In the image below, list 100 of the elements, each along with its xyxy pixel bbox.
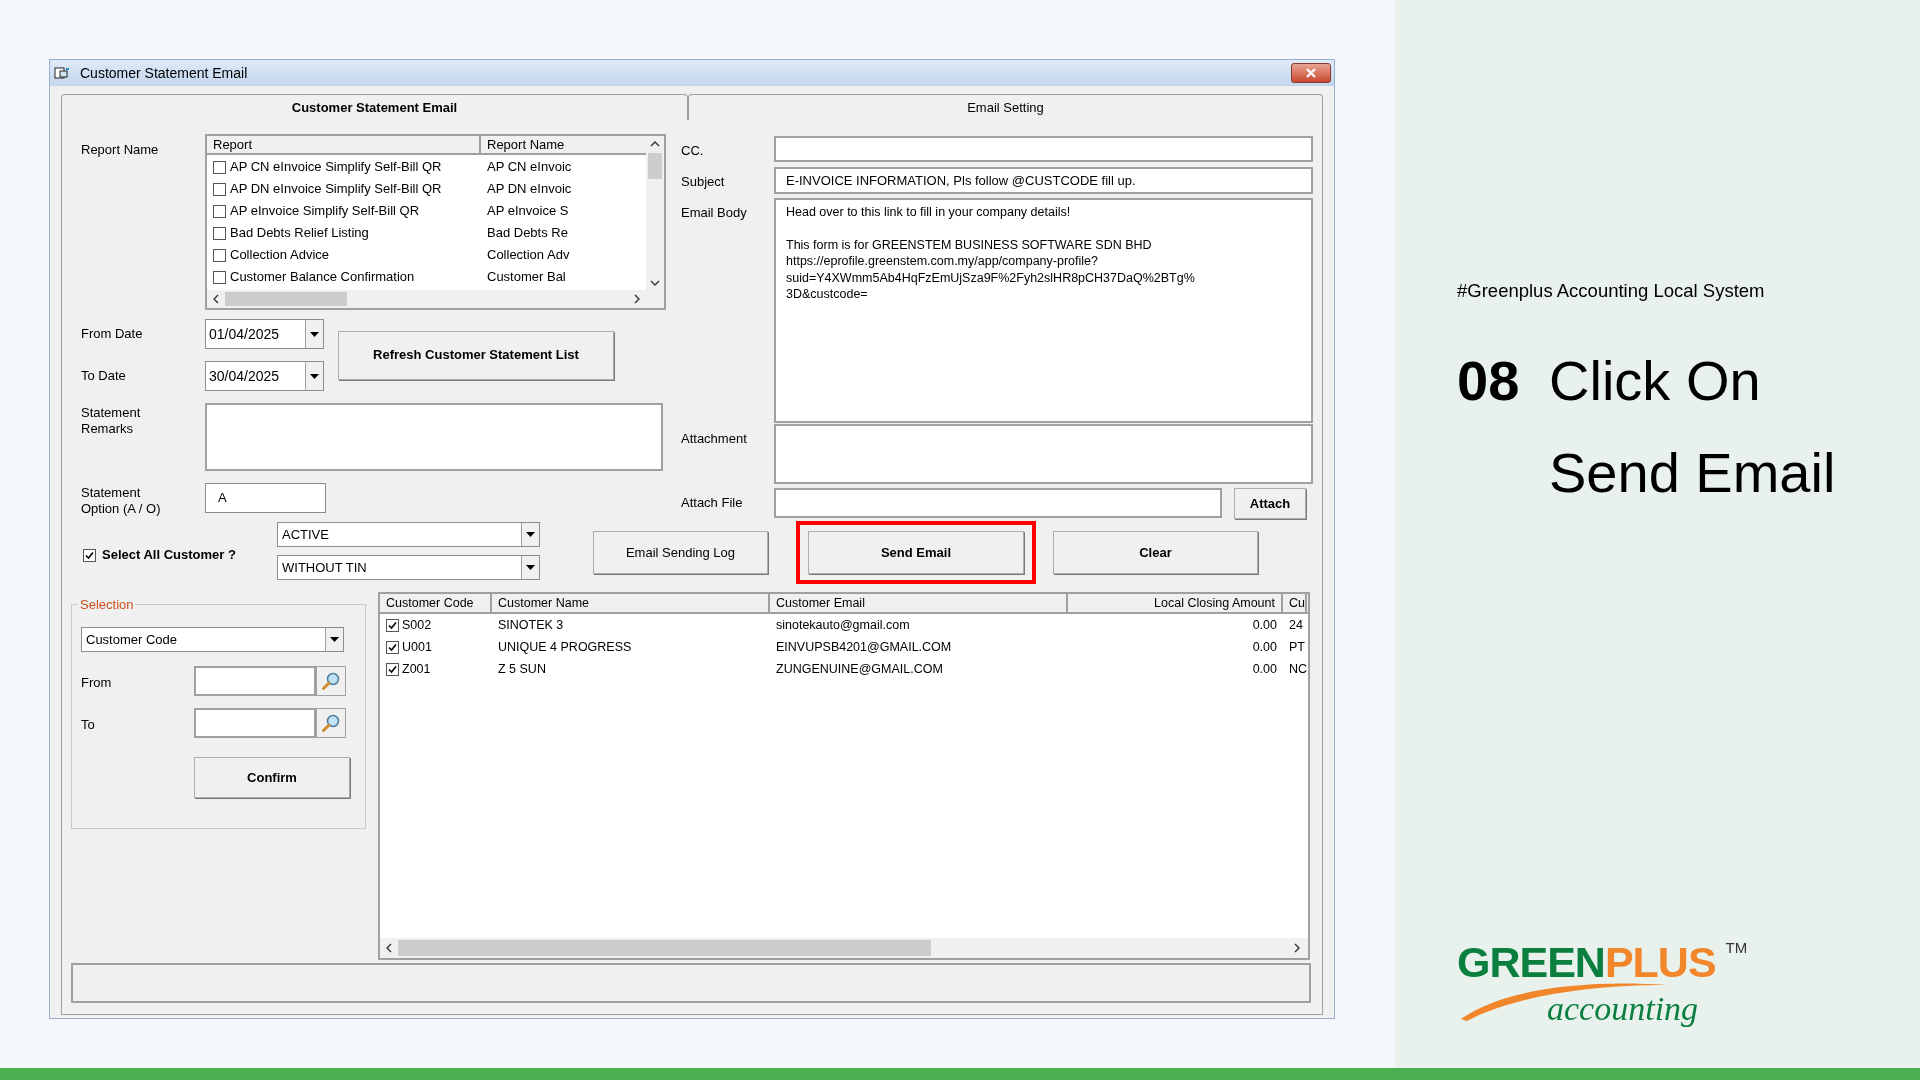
tab[interactable]: Email Setting xyxy=(688,94,1323,120)
subject-field[interactable]: E-INVOICE INFORMATION, Pls follow @CUSTCODE fill up. xyxy=(774,167,1313,194)
scroll-up-icon[interactable] xyxy=(650,141,660,147)
email-body-field[interactable] xyxy=(774,198,1313,423)
scroll-left-icon[interactable] xyxy=(386,943,392,953)
status-dropdown[interactable]: ACTIVE xyxy=(277,522,540,547)
step-heading: Click On xyxy=(1549,347,1762,414)
list-cell-text: AP eInvoice S xyxy=(486,202,569,221)
list-item[interactable]: Bad Debts Relief Listing xyxy=(230,223,369,243)
table-cell: UNIQUE 4 PROGRESS xyxy=(498,639,632,654)
table-cell-text: 0.00 xyxy=(1252,660,1277,678)
checkbox[interactable] xyxy=(213,248,226,262)
action-button[interactable]: Email Sending Log xyxy=(593,531,768,574)
scroll-down-icon[interactable] xyxy=(650,280,660,286)
tab[interactable]: Customer Statement Email xyxy=(61,94,688,120)
scroll-right-icon[interactable] xyxy=(1294,943,1300,953)
field-dropdown[interactable]: Customer Code xyxy=(81,627,344,652)
row-checkbox[interactable] xyxy=(386,640,399,654)
list-item[interactable]: Customer Balance Confirmation xyxy=(230,267,415,287)
checkbox[interactable] xyxy=(83,548,96,562)
window-title: Customer Statement Email xyxy=(80,63,248,83)
search-button[interactable] xyxy=(316,708,346,738)
column-header[interactable]: Customer Email xyxy=(770,594,1068,612)
field-label: Report Name xyxy=(81,142,159,157)
list-cell-text: AP CN eInvoic xyxy=(486,158,572,177)
field-label: To xyxy=(81,717,95,732)
report-list[interactable] xyxy=(205,134,666,310)
table-cell-text: 0.00 xyxy=(1252,638,1277,656)
table-cell-text: U001 xyxy=(402,638,432,656)
confirm-button[interactable]: Confirm xyxy=(194,757,350,798)
checkbox[interactable] xyxy=(213,204,226,218)
close-button[interactable] xyxy=(1291,63,1331,83)
dropdown-caret-icon xyxy=(526,565,535,570)
attachment-field[interactable] xyxy=(774,424,1313,484)
table-cell-text: S002 xyxy=(402,616,432,634)
action-button[interactable]: Clear xyxy=(1053,531,1258,574)
table-cell-text: 0.00 xyxy=(1252,616,1277,634)
horizontal-scrollbar[interactable] xyxy=(380,938,1308,958)
field-label: From Date xyxy=(81,326,143,341)
table-cell: sinotekauto@gmail.com xyxy=(776,617,910,632)
field-label: Email Body xyxy=(681,205,747,220)
action-button[interactable]: Send Email xyxy=(808,531,1024,574)
body-text: This form is for GREENSTEM BUSINESS SOFTWARE SDN BHD https://eprofile.greenstem.com.my/app/company-profile? suid=Y4XWmm5Ab4HqFzEmUjSza9F%2Fyh2slHR8pCH37DaQ%2BTg% 3D&custcode= xyxy=(786,236,1196,303)
list-item[interactable]: Collection Advice xyxy=(230,245,329,265)
dropdown-caret-icon xyxy=(526,532,535,537)
dropdown-caret-icon xyxy=(330,637,339,642)
date-field[interactable]: 01/04/2025 xyxy=(205,319,324,349)
column-header[interactable]: Report xyxy=(207,136,481,153)
option-field[interactable]: A xyxy=(205,483,326,513)
attach-button[interactable]: Attach xyxy=(1234,488,1306,519)
checkbox[interactable] xyxy=(213,270,226,284)
to-field[interactable] xyxy=(194,708,316,738)
table-cell: SINOTEK 3 xyxy=(498,617,564,632)
list-item[interactable]: AP eInvoice Simplify Self-Bill QR xyxy=(230,201,420,221)
list-item[interactable]: AP DN eInvoice Simplify Self-Bill QR xyxy=(230,179,442,199)
step-heading: Send Email xyxy=(1549,439,1836,506)
table-cell: PT xyxy=(1289,639,1305,654)
search-button[interactable] xyxy=(316,666,346,696)
field-label: Statement Remarks xyxy=(81,405,142,437)
hashtag-text: #Greenplus Accounting Local System xyxy=(1457,279,1766,303)
column-header[interactable]: Local Closing Amount xyxy=(1068,594,1283,612)
scroll-thumb[interactable] xyxy=(648,153,662,179)
brand-logo: GREENPLUS TM accounting xyxy=(1457,938,1749,1029)
list-cell-text: Customer Bal xyxy=(486,268,566,287)
field-label: Attachment xyxy=(681,431,747,446)
step-number: 08 xyxy=(1457,347,1521,414)
field-label: From xyxy=(81,675,112,690)
list-cell-text: AP DN eInvoic xyxy=(486,180,572,199)
table-cell-text: Z001 xyxy=(402,660,431,678)
list-cell-text: Bad Debts Re xyxy=(486,224,568,243)
row-checkbox[interactable] xyxy=(386,662,399,676)
field-label: To Date xyxy=(81,368,126,383)
scroll-right-icon[interactable] xyxy=(634,294,640,304)
scroll-thumb[interactable] xyxy=(398,940,931,956)
app-icon xyxy=(54,66,70,80)
cc-field[interactable] xyxy=(774,136,1313,162)
checkbox[interactable] xyxy=(213,182,226,196)
remarks-field[interactable] xyxy=(205,403,663,471)
field-label: Attach File xyxy=(681,495,743,510)
refresh-button[interactable]: Refresh Customer Statement List xyxy=(338,330,614,380)
field-label: CC. xyxy=(681,143,704,158)
checkbox-label[interactable]: Select All Customer ? xyxy=(102,545,236,565)
scroll-left-icon[interactable] xyxy=(213,294,219,304)
list-item[interactable]: AP CN eInvoice Simplify Self-Bill QR xyxy=(230,157,442,177)
list-cell-text: Collection Adv xyxy=(486,246,570,265)
checkbox[interactable] xyxy=(213,226,226,240)
dropdown-caret-icon xyxy=(310,373,319,379)
column-header[interactable]: Report Name xyxy=(481,136,646,153)
checkbox[interactable] xyxy=(213,160,226,174)
dropdown-caret-icon xyxy=(310,331,319,337)
column-header[interactable]: Customer Name xyxy=(492,594,770,612)
tin-dropdown[interactable]: WITHOUT TIN xyxy=(277,555,540,580)
from-field[interactable] xyxy=(194,666,316,696)
attach-file-field[interactable] xyxy=(774,488,1222,518)
column-header[interactable]: Customer Code xyxy=(380,594,492,612)
scroll-thumb[interactable] xyxy=(225,292,347,306)
column-header[interactable]: Cu xyxy=(1283,594,1307,612)
date-field[interactable]: 30/04/2025 xyxy=(205,361,324,391)
table-cell: ZUNGENUINE@GMAIL.COM xyxy=(776,661,943,676)
row-checkbox[interactable] xyxy=(386,618,399,632)
